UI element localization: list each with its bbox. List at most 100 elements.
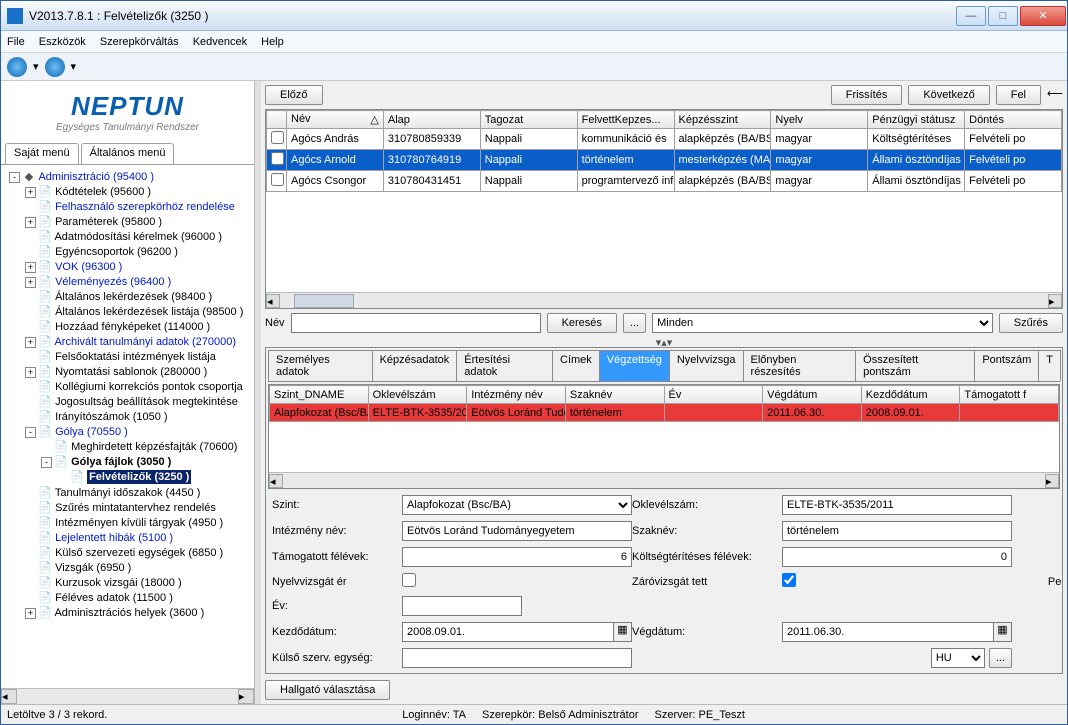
menu-rolechange[interactable]: Szerepkörváltás bbox=[100, 36, 179, 48]
veg-input[interactable] bbox=[782, 622, 994, 642]
nav-tree[interactable]: -◆ Adminisztráció (95400 )+📄 Kódtételek … bbox=[1, 165, 254, 688]
menu-help[interactable]: Help bbox=[261, 36, 284, 48]
nav-forward-button[interactable] bbox=[45, 57, 65, 77]
tree-item[interactable]: +📄 Archivált tanulmányi adatok (270000) bbox=[3, 334, 252, 349]
search-button[interactable]: Keresés bbox=[547, 313, 617, 333]
select-student-button[interactable]: Hallgató választása bbox=[265, 680, 390, 700]
kulso-label: Külső szerv. egység: bbox=[272, 652, 402, 664]
tree-item[interactable]: 📄 Felvételizők (3250 ) bbox=[3, 469, 252, 485]
filter-button[interactable]: Szűrés bbox=[999, 313, 1063, 333]
search-row: Név Keresés ... Minden Szűrés bbox=[265, 313, 1063, 333]
nav-forward-dropdown[interactable]: ▾ bbox=[71, 60, 77, 73]
tree-hscroll[interactable]: ◂▸ bbox=[1, 688, 254, 704]
tree-item[interactable]: 📄 Kollégiumi korrekciós pontok csoportja bbox=[3, 379, 252, 394]
ev-input[interactable] bbox=[402, 596, 522, 616]
close-button[interactable]: ✕ bbox=[1020, 6, 1066, 26]
detail-grid[interactable]: Szint_DNAMEOklevélszámIntézmény névSzakn… bbox=[268, 384, 1060, 489]
nav-back-button[interactable] bbox=[7, 57, 27, 77]
calendar-icon[interactable]: ▦ bbox=[614, 622, 632, 642]
refresh-button[interactable]: Frissítés bbox=[831, 85, 903, 105]
menu-file[interactable]: File bbox=[7, 36, 25, 48]
zarovizsgat-checkbox[interactable] bbox=[782, 573, 796, 587]
szint-select[interactable]: Alapfokozat (Bsc/BA) bbox=[402, 495, 632, 515]
left-tabs: Saját menü Általános menü bbox=[1, 143, 254, 165]
nav-toolbar: ▾ ▾ bbox=[1, 53, 1067, 81]
tamogatott-input[interactable] bbox=[402, 547, 632, 567]
menu-tools[interactable]: Eszközök bbox=[39, 36, 86, 48]
zarovizsgat-label: Záróvizsgát tett bbox=[632, 576, 782, 588]
tree-item[interactable]: 📄 Hozzáad fényképeket (114000 ) bbox=[3, 319, 252, 334]
collapse-handle[interactable]: ▾▴▾ bbox=[265, 337, 1063, 347]
tab-own-menu[interactable]: Saját menü bbox=[5, 143, 79, 164]
tree-item[interactable]: 📄 Jogosultság beállítások megtekintése bbox=[3, 394, 252, 409]
filter-select[interactable]: Minden bbox=[652, 313, 993, 333]
status-login: Loginnév: TA bbox=[402, 709, 466, 721]
detail-tab[interactable]: Értesítési adatok bbox=[456, 350, 553, 381]
prev-button[interactable]: Előző bbox=[265, 85, 323, 105]
search-dots-button[interactable]: ... bbox=[623, 313, 646, 333]
tree-item[interactable]: 📄 Általános lekérdezések listája (98500 … bbox=[3, 304, 252, 319]
kezdo-label: Kezdődátum: bbox=[272, 626, 402, 638]
tree-item[interactable]: 📄 Lejelentett hibák (5100 ) bbox=[3, 530, 252, 545]
menu-favorites[interactable]: Kedvencek bbox=[193, 36, 247, 48]
kulso-dots-button[interactable]: ... bbox=[989, 648, 1012, 668]
tree-item[interactable]: -◆ Adminisztráció (95400 ) bbox=[3, 169, 252, 184]
intezmeny-input[interactable] bbox=[402, 521, 632, 541]
pin-icon[interactable]: ⟵ bbox=[1047, 87, 1063, 103]
tree-item[interactable]: 📄 Felhasználó szerepkörhöz rendelése bbox=[3, 199, 252, 214]
calendar-icon[interactable]: ▦ bbox=[994, 622, 1012, 642]
tree-item[interactable]: -📄 Gólya (70550 ) bbox=[3, 424, 252, 439]
tree-item[interactable]: +📄 Véleményezés (96400 ) bbox=[3, 274, 252, 289]
window-title: V2013.7.8.1 : Felvételizők (3250 ) bbox=[29, 9, 955, 23]
tree-item[interactable]: +📄 Nyomtatási sablonok (280000 ) bbox=[3, 364, 252, 379]
tree-item[interactable]: 📄 Tanulmányi időszakok (4450 ) bbox=[3, 485, 252, 500]
tree-item[interactable]: 📄 Meghirdetett képzésfajták (70600) bbox=[3, 439, 252, 454]
nav-back-dropdown[interactable]: ▾ bbox=[33, 60, 39, 73]
tree-item[interactable]: +📄 Adminisztrációs helyek (3600 ) bbox=[3, 605, 252, 620]
kulso-input[interactable] bbox=[402, 648, 632, 668]
detail-form: Szint: Alapfokozat (Bsc/BA) Oklevélszám:… bbox=[268, 489, 1060, 674]
kezdo-input[interactable] bbox=[402, 622, 614, 642]
detail-tab[interactable]: Végzettség bbox=[599, 350, 670, 381]
minimize-button[interactable]: — bbox=[956, 6, 986, 26]
detail-tab[interactable]: Összesített pontszám bbox=[855, 350, 975, 381]
tree-item[interactable]: 📄 Kurzusok vizsgái (18000 ) bbox=[3, 575, 252, 590]
status-role: Szerepkör: Belső Adminisztrátor bbox=[482, 709, 639, 721]
szaknev-input[interactable] bbox=[782, 521, 1012, 541]
nyelvvizsgat-label: Nyelvvizsgát ér bbox=[272, 576, 402, 588]
tree-item[interactable]: 📄 Általános lekérdezések (98400 ) bbox=[3, 289, 252, 304]
app-icon bbox=[7, 8, 23, 24]
tree-item[interactable]: 📄 Külső szervezeti egységek (6850 ) bbox=[3, 545, 252, 560]
koltseg-input[interactable] bbox=[782, 547, 1012, 567]
tree-item[interactable]: 📄 Féléves adatok (11500 ) bbox=[3, 590, 252, 605]
detail-tab[interactable]: Pontszám bbox=[974, 350, 1039, 381]
tree-item[interactable]: +📄 VOK (96300 ) bbox=[3, 259, 252, 274]
tree-item[interactable]: 📄 Szűrés mintatantervhez rendelés bbox=[3, 500, 252, 515]
detail-tab[interactable]: T bbox=[1038, 350, 1061, 381]
nyelvvizsgat-checkbox[interactable] bbox=[402, 573, 416, 587]
detail-tab[interactable]: Személyes adatok bbox=[268, 350, 373, 381]
tree-item[interactable]: 📄 Irányítószámok (1050 ) bbox=[3, 409, 252, 424]
main-grid[interactable]: Név △AlapTagozatFelvettKepzes...Képzéssz… bbox=[265, 109, 1063, 309]
next-button[interactable]: Következő bbox=[908, 85, 989, 105]
lang-select[interactable]: HU bbox=[931, 648, 985, 668]
oklevel-input[interactable] bbox=[782, 495, 1012, 515]
detail-tab[interactable]: Nyelvvizsga bbox=[669, 350, 744, 381]
tree-item[interactable]: +📄 Paraméterek (95800 ) bbox=[3, 214, 252, 229]
detail-tab[interactable]: Képzésadatok bbox=[372, 350, 458, 381]
tree-item[interactable]: 📄 Felsőoktatási intézmények listája bbox=[3, 349, 252, 364]
up-button[interactable]: Fel bbox=[996, 85, 1041, 105]
tab-general-menu[interactable]: Általános menü bbox=[81, 143, 175, 164]
tree-item[interactable]: 📄 Adatmódosítási kérelmek (96000 ) bbox=[3, 229, 252, 244]
maximize-button[interactable]: □ bbox=[988, 6, 1018, 26]
tree-item[interactable]: 📄 Egyéncsoportok (96200 ) bbox=[3, 244, 252, 259]
tree-item[interactable]: 📄 Vizsgák (6950 ) bbox=[3, 560, 252, 575]
search-input[interactable] bbox=[291, 313, 541, 333]
titlebar: V2013.7.8.1 : Felvételizők (3250 ) — □ ✕ bbox=[1, 1, 1067, 31]
app-window: V2013.7.8.1 : Felvételizők (3250 ) — □ ✕… bbox=[0, 0, 1068, 725]
tree-item[interactable]: +📄 Kódtételek (95600 ) bbox=[3, 184, 252, 199]
tree-item[interactable]: 📄 Intézményen kívüli tárgyak (4950 ) bbox=[3, 515, 252, 530]
tree-item[interactable]: -📄 Gólya fájlok (3050 ) bbox=[3, 454, 252, 469]
detail-tab[interactable]: Címek bbox=[552, 350, 600, 381]
detail-tab[interactable]: Előnyben részesítés bbox=[743, 350, 857, 381]
